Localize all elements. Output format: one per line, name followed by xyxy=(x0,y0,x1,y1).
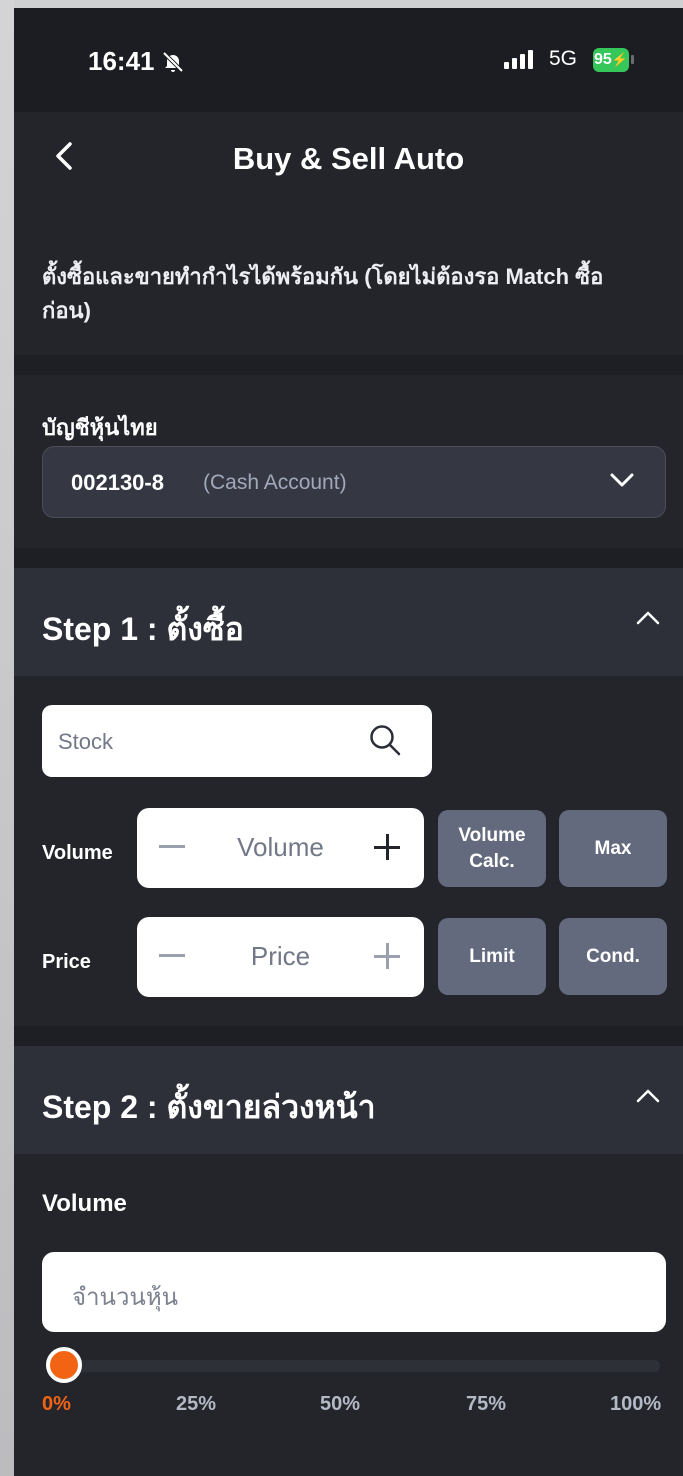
slider-mark-0[interactable]: 0% xyxy=(42,1393,71,1416)
account-dropdown[interactable]: 002130-8 (Cash Account) xyxy=(42,446,666,518)
stock-placeholder: Stock xyxy=(58,729,114,754)
chevron-up-icon[interactable] xyxy=(635,1086,661,1106)
sell-volume-input[interactable]: จำนวนหุ้น xyxy=(42,1252,666,1332)
account-type: (Cash Account) xyxy=(203,471,347,494)
battery-tip xyxy=(631,55,634,64)
volume-slider-thumb[interactable] xyxy=(46,1347,82,1383)
status-bar: 16:41 5G 95 ⚡ xyxy=(14,8,683,112)
volume-calc-line1: Volume xyxy=(458,824,526,846)
section-divider xyxy=(14,1026,683,1046)
price-stepper[interactable]: Price xyxy=(137,917,424,997)
step1-title: Step 1 : ตั้งซื้อ xyxy=(42,611,244,647)
sell-volume-placeholder: จำนวนหุ้น xyxy=(72,1284,179,1311)
battery-level: 95 xyxy=(594,51,612,68)
step2-volume-label: Volume xyxy=(42,1190,127,1217)
slider-mark-50[interactable]: 50% xyxy=(320,1393,360,1416)
page-description: ตั้งซื้อและขายทำกำไรได้พร้อมกัน (โดยไม่ต… xyxy=(42,264,604,323)
plus-icon[interactable] xyxy=(374,834,400,860)
volume-row-label: Volume xyxy=(42,842,113,864)
status-time: 16:41 xyxy=(88,46,185,77)
section-divider xyxy=(14,355,683,375)
stock-search-input[interactable]: Stock xyxy=(42,705,432,777)
slider-mark-75[interactable]: 75% xyxy=(466,1393,506,1416)
account-number: 002130-8 xyxy=(71,470,164,495)
step2-header[interactable]: Step 2 : ตั้งขายล่วงหน้า xyxy=(14,1046,683,1154)
bell-muted-icon xyxy=(162,51,183,72)
time-text: 16:41 xyxy=(88,46,155,76)
app-screen: 16:41 5G 95 ⚡ Buy & Sell Auto ตั้งซื้อและ… xyxy=(14,8,683,1476)
page-title: Buy & Sell Auto xyxy=(232,141,465,176)
plus-icon[interactable] xyxy=(374,943,400,969)
max-button[interactable]: Max xyxy=(559,810,667,887)
volume-calc-line2: Calc. xyxy=(469,850,515,872)
search-icon xyxy=(370,725,401,756)
chevron-up-icon[interactable] xyxy=(635,608,661,628)
limit-button[interactable]: Limit xyxy=(438,918,546,995)
background-edge xyxy=(0,0,14,1476)
battery-icon: 95 ⚡ xyxy=(593,48,629,72)
slider-mark-100[interactable]: 100% xyxy=(610,1393,661,1416)
volume-calc-button[interactable]: Volume Calc. xyxy=(438,810,546,887)
network-type: 5G xyxy=(549,47,578,70)
volume-stepper[interactable]: Volume xyxy=(137,808,424,888)
section-divider xyxy=(14,548,683,568)
slider-mark-25[interactable]: 25% xyxy=(176,1393,216,1416)
step1-header[interactable]: Step 1 : ตั้งซื้อ xyxy=(14,568,683,676)
nav-bar: Buy & Sell Auto xyxy=(14,112,683,202)
step2-title: Step 2 : ตั้งขายล่วงหน้า xyxy=(42,1089,376,1125)
volume-slider-track[interactable] xyxy=(48,1360,660,1372)
price-row-label: Price xyxy=(42,951,91,973)
signal-icon xyxy=(504,50,533,69)
account-label: บัญชีหุ้นไทย xyxy=(42,415,158,440)
cond-button[interactable]: Cond. xyxy=(559,918,667,995)
chevron-down-icon xyxy=(610,473,634,487)
